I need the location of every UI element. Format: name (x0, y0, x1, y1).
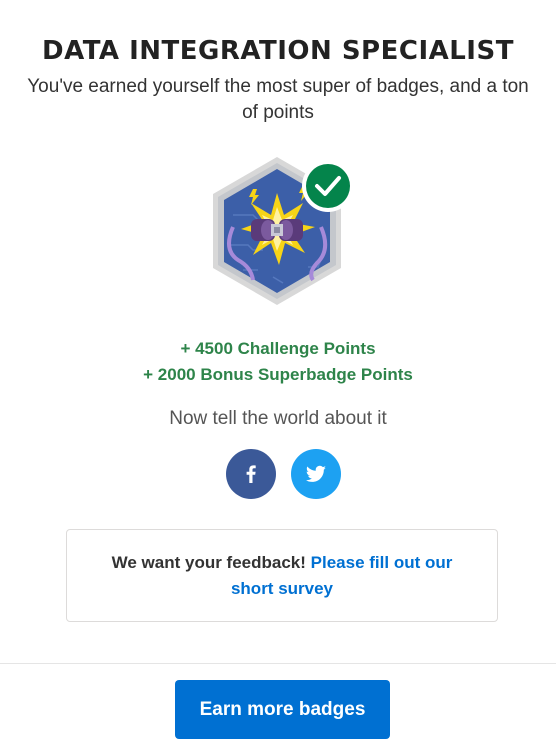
badge-title: DATA INTEGRATION SPECIALIST (42, 36, 514, 66)
feedback-text: We want your feedback! Please fill out o… (97, 550, 467, 602)
checkmark-icon (306, 164, 350, 208)
bonus-points: + 2000 Bonus Superbadge Points (143, 365, 413, 384)
badge-subtitle: You've earned yourself the most super of… (27, 76, 529, 123)
feedback-lead: We want your feedback! (111, 552, 306, 572)
footer-divider (0, 663, 556, 664)
superbadge-earned-modal: DATA INTEGRATION SPECIALIST You've earne… (0, 0, 556, 747)
twitter-share-button[interactable] (291, 449, 341, 499)
feedback-panel: We want your feedback! Please fill out o… (66, 529, 498, 622)
earn-more-badges-button[interactable]: Earn more badges (175, 680, 390, 739)
facebook-share-button[interactable] (226, 449, 276, 499)
superbadge-image (213, 155, 358, 307)
facebook-icon (246, 465, 256, 483)
challenge-points: + 4500 Challenge Points (180, 339, 376, 358)
twitter-icon (305, 465, 326, 482)
share-prompt: Now tell the world about it (169, 408, 387, 429)
